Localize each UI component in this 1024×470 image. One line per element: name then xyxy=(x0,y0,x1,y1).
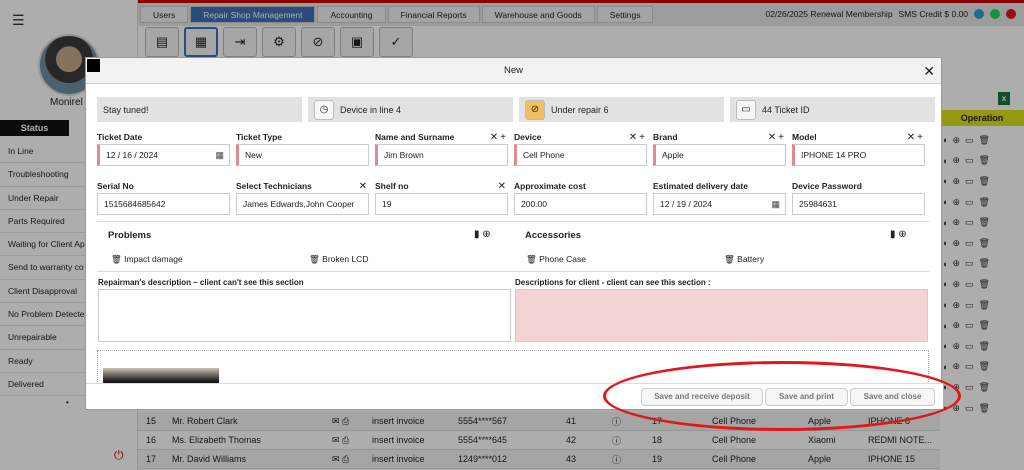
ticket-icon: ▭ xyxy=(736,99,756,120)
accessories-title: Accessories xyxy=(525,230,581,241)
brand-value: Apple xyxy=(662,150,684,160)
brand-field: Brand ✕+ Apple xyxy=(653,132,786,166)
ticket-date-input[interactable]: 12 / 16 / 2024 ▦ xyxy=(97,144,230,166)
cost-label: Approximate cost xyxy=(514,181,586,191)
name-label: Name and Surname xyxy=(375,132,455,142)
bookmark-icon[interactable]: ▮ xyxy=(890,229,896,240)
serial-input[interactable]: 1515684685642 xyxy=(97,193,230,215)
delivery-value: 12 / 19 / 2024 xyxy=(660,199,712,209)
clear-add-icon[interactable]: ✕+ xyxy=(768,132,786,143)
shelf-select[interactable]: 19 xyxy=(375,193,508,215)
ticket-type-select[interactable]: New xyxy=(236,144,369,166)
clear-add-icon[interactable]: ✕+ xyxy=(490,132,508,143)
ticket-date-label: Ticket Date xyxy=(97,132,143,142)
accessory-label: Phone Case xyxy=(539,254,586,264)
technicians-value: James Edwards,John Cooper xyxy=(243,199,355,209)
password-value: 25984631 xyxy=(799,199,837,209)
problem-label: Broken LCD xyxy=(322,254,369,264)
accessory-chip[interactable]: 🗑 Battery xyxy=(724,254,764,265)
model-value: IPHONE 14 PRO xyxy=(801,150,867,160)
technicians-label: Select Technicians xyxy=(236,181,312,191)
clear-add-icon[interactable]: ✕+ xyxy=(907,132,925,143)
cost-input[interactable]: 200.00 xyxy=(514,193,647,215)
name-value: Jim Brown xyxy=(384,150,424,160)
clear-icon[interactable]: ✕ xyxy=(498,181,508,192)
ticket-id-box: ▭ 44 Ticket ID xyxy=(730,97,935,122)
divider xyxy=(97,221,929,222)
model-select[interactable]: IPHONE 14 PRO xyxy=(792,144,925,166)
password-field: Device Password 25984631 xyxy=(792,181,925,215)
password-input[interactable]: 25984631 xyxy=(792,193,925,215)
technicians-select[interactable]: James Edwards,John Cooper xyxy=(236,193,369,215)
modal-header: New ✕ xyxy=(86,58,941,84)
technicians-field: Select Technicians ✕ James Edwards,John C… xyxy=(236,181,369,215)
model-field: Model ✕+ IPHONE 14 PRO xyxy=(792,132,925,166)
in-line-box: ◷ Device in line 4 xyxy=(308,97,513,122)
close-icon[interactable]: ✕ xyxy=(923,58,935,84)
ticket-type-label: Ticket Type xyxy=(236,132,282,142)
problems-title: Problems xyxy=(108,230,152,241)
modal-body: Stay tuned! ◷ Device in line 4 ⊘ Under r… xyxy=(86,85,943,385)
problems-actions: ▮ ⊕ xyxy=(474,229,491,240)
accessory-label: Battery xyxy=(737,254,765,264)
shelf-value: 19 xyxy=(382,199,392,209)
client-desc-textarea[interactable] xyxy=(515,289,928,342)
under-repair-box: ⊘ Under repair 6 xyxy=(519,97,724,122)
calendar-icon[interactable]: ▦ xyxy=(215,145,224,165)
ticket-type-value: New xyxy=(245,150,263,160)
repairman-desc-label: Repairman's description – client can't s… xyxy=(98,278,304,287)
status-summary: Stay tuned! ◷ Device in line 4 ⊘ Under r… xyxy=(97,97,935,122)
zoom-add-icon[interactable]: ⊕ xyxy=(898,229,906,240)
clock-icon: ◷ xyxy=(314,99,334,120)
ticket-date-field: Ticket Date 12 / 16 / 2024 ▦ xyxy=(97,132,230,166)
brand-label: Brand xyxy=(653,132,678,142)
client-desc-label: Descriptions for client - client can see… xyxy=(515,278,711,287)
delivery-date-input[interactable]: 12 / 19 / 2024 ▦ xyxy=(653,193,786,215)
serial-label: Serial No xyxy=(97,181,134,191)
zoom-add-icon[interactable]: ⊕ xyxy=(482,229,490,240)
ticket-type-field: Ticket Type New xyxy=(236,132,369,166)
brand-select[interactable]: Apple xyxy=(653,144,786,166)
problem-label: Impact damage xyxy=(124,254,183,264)
window-corner-icon xyxy=(87,59,100,72)
bookmark-icon[interactable]: ▮ xyxy=(474,229,480,240)
problem-chip[interactable]: 🗑 Impact damage xyxy=(111,254,183,265)
new-ticket-modal: New ✕ Stay tuned! ◷ Device in line 4 ⊘ U… xyxy=(85,57,943,410)
problem-chip[interactable]: 🗑 Broken LCD xyxy=(309,254,368,265)
serial-value: 1515684685642 xyxy=(104,199,166,209)
delivery-label: Estimated delivery date xyxy=(653,181,748,191)
accessory-chip[interactable]: 🗑 Phone Case xyxy=(526,254,586,265)
serial-field: Serial No 1515684685642 xyxy=(97,181,230,215)
shelf-field: Shelf no ✕ 19 xyxy=(375,181,508,215)
modal-title: New xyxy=(503,65,523,76)
name-input[interactable]: Jim Brown xyxy=(375,144,508,166)
stay-tuned-text: Stay tuned! xyxy=(103,104,149,115)
annotation-highlight-ellipse xyxy=(603,361,961,431)
device-value: Cell Phone xyxy=(523,150,565,160)
model-label: Model xyxy=(792,132,817,142)
cost-field: Approximate cost 200.00 xyxy=(514,181,647,215)
device-field: Device ✕+ Cell Phone xyxy=(514,132,647,166)
name-field: Name and Surname ✕+ Jim Brown xyxy=(375,132,508,166)
no-sign-icon: ⊘ xyxy=(525,99,545,120)
delivery-field: Estimated delivery date 12 / 19 / 2024 ▦ xyxy=(653,181,786,215)
accessories-actions: ▮ ⊕ xyxy=(890,229,907,240)
divider xyxy=(97,271,929,272)
stay-tuned-box: Stay tuned! xyxy=(97,97,302,122)
clear-add-icon[interactable]: ✕+ xyxy=(629,132,647,143)
ticket-date-value: 12 / 16 / 2024 xyxy=(106,150,158,160)
calendar-icon[interactable]: ▦ xyxy=(771,194,780,214)
shelf-label: Shelf no xyxy=(375,181,409,191)
password-label: Device Password xyxy=(792,181,862,191)
cost-value: 200.00 xyxy=(521,199,547,209)
ticket-id-text: 44 Ticket ID xyxy=(762,104,810,115)
device-select[interactable]: Cell Phone xyxy=(514,144,647,166)
repairman-desc-textarea[interactable] xyxy=(98,289,511,342)
in-line-text: Device in line 4 xyxy=(340,104,402,115)
device-label: Device xyxy=(514,132,542,142)
under-repair-text: Under repair 6 xyxy=(551,104,609,115)
clear-icon[interactable]: ✕ xyxy=(359,181,369,192)
